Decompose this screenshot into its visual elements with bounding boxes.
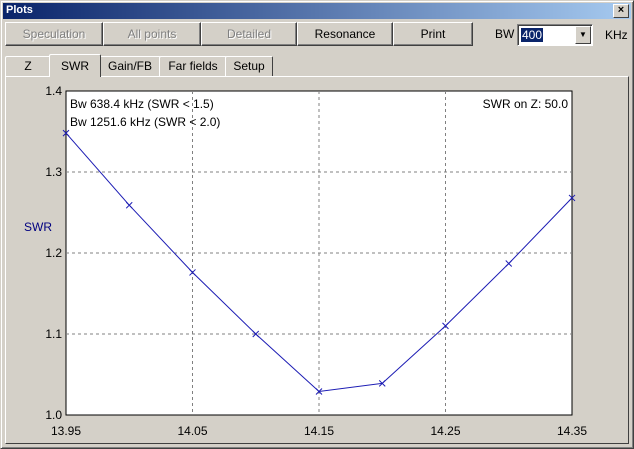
y-axis-label: SWR: [24, 220, 52, 234]
y-tick-label: 1.4: [45, 84, 62, 98]
bw-annotation-2: Bw 1251.6 kHz (SWR < 2.0): [70, 115, 220, 129]
window-title: Plots: [6, 4, 33, 16]
bw-annotation-1: Bw 638.4 kHz (SWR < 1.5): [70, 97, 214, 111]
all-points-button[interactable]: All points: [103, 22, 201, 46]
y-tick-label: 1.0: [45, 408, 62, 422]
title-bar[interactable]: Plots ×: [3, 3, 631, 19]
swr-panel: 1.0 1.1 1.2 1.3 1.4 13.95 14.05 14.15 14.25 14.3…: [5, 76, 629, 444]
tab-far-fields[interactable]: Far fields: [159, 56, 227, 76]
tab-setup[interactable]: Setup: [225, 56, 273, 76]
bw-label: BW: [495, 27, 515, 41]
x-tick-labels: 13.95 14.05 14.15 14.25 14.35: [51, 424, 587, 438]
y-tick-label: 1.3: [45, 165, 62, 179]
x-tick-label: 14.25: [430, 424, 460, 438]
bw-select[interactable]: 400 ▼: [517, 24, 593, 46]
x-tick-label: 14.15: [304, 424, 334, 438]
tab-z[interactable]: Z: [5, 56, 51, 76]
y-tick-label: 1.2: [45, 246, 62, 260]
bw-value[interactable]: 400: [521, 28, 544, 42]
close-icon[interactable]: ×: [613, 4, 629, 18]
x-tick-label: 13.95: [51, 424, 81, 438]
resonance-button[interactable]: Resonance: [297, 22, 393, 46]
y-tick-label: 1.1: [45, 327, 62, 341]
plots-window: Plots × Speculation All points Detailed …: [0, 0, 634, 449]
print-button[interactable]: Print: [393, 22, 473, 46]
reference-annotation: SWR on Z: 50.0: [483, 97, 569, 111]
x-tick-label: 14.35: [557, 424, 587, 438]
detailed-button[interactable]: Detailed: [201, 22, 297, 46]
tab-gain-fb[interactable]: Gain/FB: [99, 56, 161, 76]
y-tick-labels: 1.0 1.1 1.2 1.3 1.4: [45, 84, 62, 422]
tab-swr[interactable]: SWR: [49, 54, 101, 77]
khz-label: KHz: [605, 28, 628, 42]
swr-chart: 1.0 1.1 1.2 1.3 1.4 13.95 14.05 14.15 14.25 14.3…: [24, 84, 587, 438]
speculation-button[interactable]: Speculation: [5, 22, 103, 46]
x-tick-label: 14.05: [177, 424, 207, 438]
chevron-down-icon[interactable]: ▼: [575, 26, 591, 44]
